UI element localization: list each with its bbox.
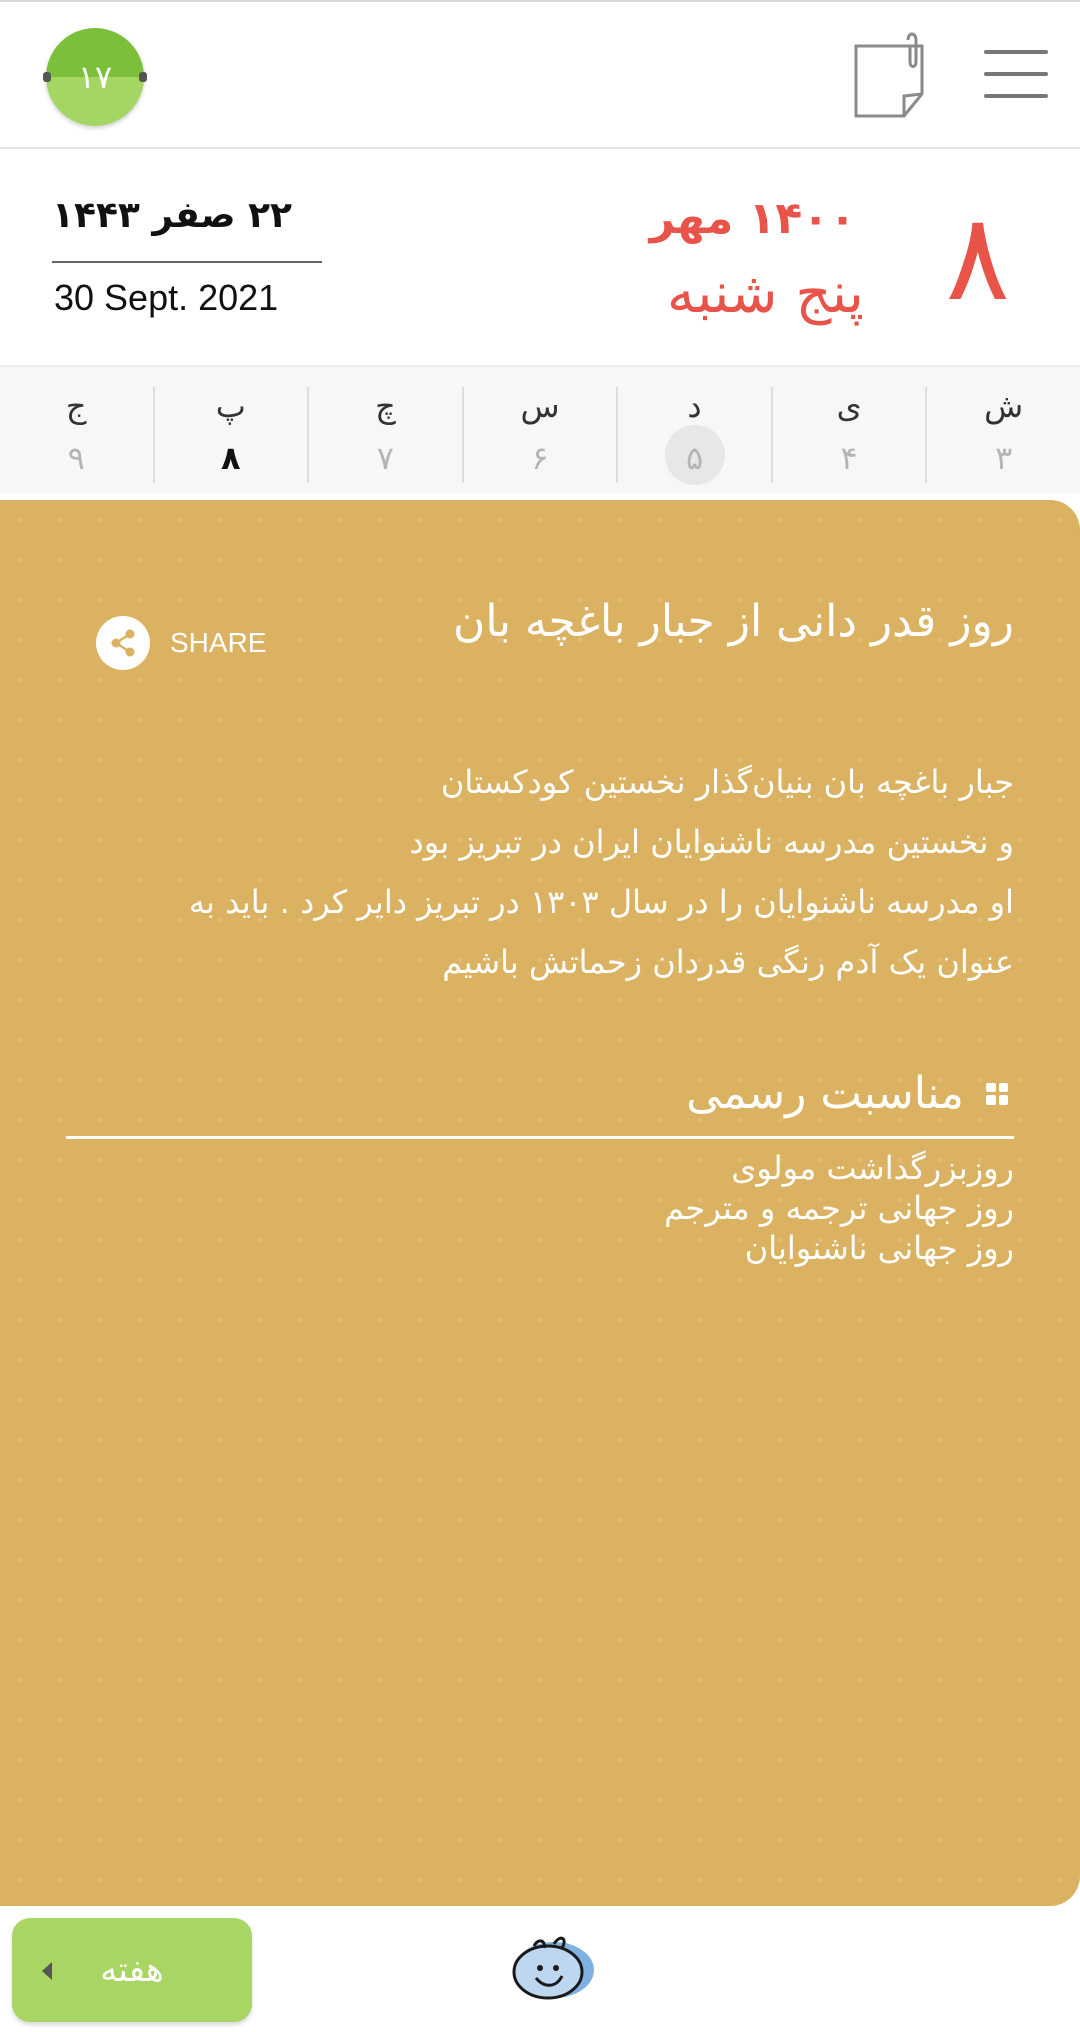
week-day-name: ج (65, 387, 87, 425)
description-line: عنوان یک آدم رنگی قدردان زحماتش باشیم (442, 943, 1014, 981)
event-item: روزبزرگداشت مولوی (731, 1149, 1014, 1187)
week-button-label: هفته (100, 1950, 164, 1990)
week-day-number: ۵ (685, 439, 704, 477)
bottom-bar: هفته (0, 1906, 1080, 2032)
week-day-number: ۷ (376, 439, 394, 477)
week-day-sat[interactable]: ش ۳ (925, 387, 1080, 483)
week-day-wed[interactable]: چ ۷ (307, 387, 462, 483)
occasion-title: روز قدر دانی از جبار باغچه بان (453, 596, 1014, 647)
occasion-card[interactable]: روز قدر دانی از جبار باغچه بان SHARE جبا… (0, 500, 1080, 1906)
day-counter-badge[interactable]: ۱۷ (43, 28, 147, 126)
section-title: مناسبت رسمی (686, 1068, 964, 1119)
description-line: و نخستین مدرسه ناشنوایان ایران در تبریز … (409, 823, 1014, 861)
week-day-name: د (687, 387, 702, 425)
notes-icon[interactable] (850, 32, 930, 122)
share-button[interactable]: SHARE (96, 616, 266, 670)
occasion-description: جبار باغچه بان بنیان‌گذار نخستین کودکستا… (54, 752, 1014, 992)
description-line: او مدرسه ناشنوایان را در سال ۱۳۰۳ در تبر… (188, 883, 1014, 921)
caret-left-icon (42, 1962, 52, 1980)
hijri-date: ۲۲ صفر ۱۴۴۳ (52, 195, 293, 236)
badge-number: ۱۷ (77, 58, 113, 96)
week-day-name: چ (375, 387, 396, 425)
week-day-number: ۴ (840, 439, 858, 477)
week-day-number: ۳ (995, 439, 1013, 477)
menu-icon[interactable] (984, 50, 1048, 100)
event-item: روز جهانی ناشنوایان (744, 1229, 1014, 1267)
week-strip: ش ۳ ی ۴ د ۵ س ۶ چ ۷ پ ۸ ج ۹ (0, 365, 1080, 493)
events-list: روزبزرگداشت مولوی روز جهانی ترجمه و مترج… (664, 1148, 1014, 1268)
week-day-name: س (520, 387, 560, 425)
week-day-name: ش (984, 387, 1024, 425)
event-item: روز جهانی ترجمه و مترجم (664, 1189, 1014, 1227)
description-line: جبار باغچه بان بنیان‌گذار نخستین کودکستا… (440, 763, 1014, 801)
section-divider (66, 1136, 1014, 1139)
week-day-name: پ (215, 387, 246, 425)
persian-day-number: ۸ (945, 189, 1010, 328)
gregorian-date: 30 Sept. 2021 (54, 277, 279, 318)
week-day-number: ۶ (531, 439, 549, 477)
persian-month-year: ۱۴۰۰ مهر (649, 193, 856, 244)
official-occasions-header: مناسبت رسمی (686, 1068, 1008, 1119)
date-header: ۸ ۱۴۰۰ مهر پنج شنبه ۲۲ صفر ۱۴۴۳ 30 Sept.… (0, 149, 1080, 365)
share-icon (96, 616, 150, 670)
week-day-name: ی (836, 387, 862, 425)
grid-icon (986, 1082, 1008, 1105)
week-day-tue[interactable]: س ۶ (461, 387, 617, 483)
persian-weekday: پنج شنبه (666, 261, 864, 326)
week-button[interactable]: هفته (12, 1918, 252, 2022)
date-divider (52, 261, 322, 263)
week-day-number: ۸ (221, 439, 241, 477)
share-label: SHARE (170, 627, 267, 658)
week-day-sun[interactable]: ی ۴ (770, 387, 926, 483)
mascot-icon[interactable] (504, 1926, 596, 2006)
week-day-number: ۹ (67, 439, 85, 477)
top-bar: ۱۷ (0, 0, 1080, 149)
week-day-fri[interactable]: ج ۹ (0, 387, 153, 483)
week-day-mon[interactable]: د ۵ (616, 387, 771, 485)
week-day-thu[interactable]: پ ۸ (152, 387, 308, 483)
